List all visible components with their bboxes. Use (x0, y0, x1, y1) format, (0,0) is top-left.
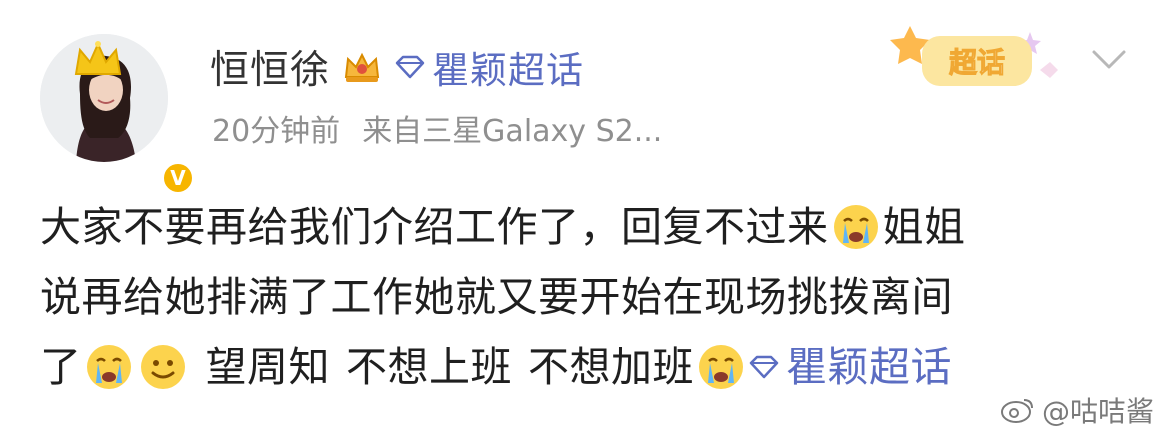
crying-emoji-icon (833, 205, 878, 249)
content-text: 姐姐 (882, 203, 966, 251)
post-content: 大家不要再给我们介绍工作了，回复不过来 姐姐 说再给她排满了工作她就又要开始在现… (40, 192, 1140, 402)
crying-emoji-icon (699, 345, 743, 389)
watermark-text: @咕咭酱 (1042, 395, 1155, 428)
content-text: 了 (40, 343, 82, 391)
inline-topic-label: 瞿颖超话 (786, 343, 952, 391)
content-text: 不想上班 (346, 343, 512, 391)
content-text: 望周知 (205, 343, 330, 391)
chevron-down-icon[interactable] (1090, 48, 1128, 72)
watermark: @咕咭酱 (1000, 390, 1154, 430)
smile-emoji-icon (140, 345, 185, 389)
topic-tag-label: 瞿颖超话 (432, 49, 585, 92)
crying-emoji-icon (86, 345, 131, 389)
inline-topic-tag[interactable]: 瞿颖超话 (748, 332, 952, 402)
weibo-logo-icon (1001, 399, 1033, 423)
content-text: 不想加班 (528, 343, 694, 391)
topic-tag[interactable]: 瞿颖超话 (394, 40, 584, 94)
content-line-2: 说再给她排满了工作她就又要开始在现场挑拨离间 (40, 262, 1140, 332)
author-name[interactable]: 恒恒徐 (210, 39, 330, 95)
crown-icon (74, 41, 122, 75)
verified-badge: V (160, 160, 196, 196)
content-text: 大家不要再给我们介绍工作了，回复不过来 (40, 203, 829, 251)
author-row: 恒恒徐 瞿颖超话 (210, 40, 584, 94)
content-line-3: 了 望周知 不想上班 不想加班 瞿颖超话 (40, 332, 1140, 402)
content-text: 说再给她排满了工作她就又要开始在现场挑拨离间 (40, 273, 953, 321)
post-source[interactable]: 来自三星Galaxy S2... (362, 106, 662, 150)
chaohua-badge[interactable]: 超话 (890, 14, 1070, 96)
diamond-icon (749, 355, 779, 379)
author-avatar[interactable]: V (40, 34, 196, 196)
post-meta: 20分钟前 来自三星Galaxy S2... (212, 106, 662, 150)
content-line-1: 大家不要再给我们介绍工作了，回复不过来 姐姐 (40, 192, 1140, 262)
diamond-icon (395, 55, 425, 79)
vip-crown-icon[interactable] (342, 49, 382, 85)
chaohua-badge-label: 超话 (949, 46, 1005, 79)
post-time: 20分钟前 (212, 114, 341, 149)
